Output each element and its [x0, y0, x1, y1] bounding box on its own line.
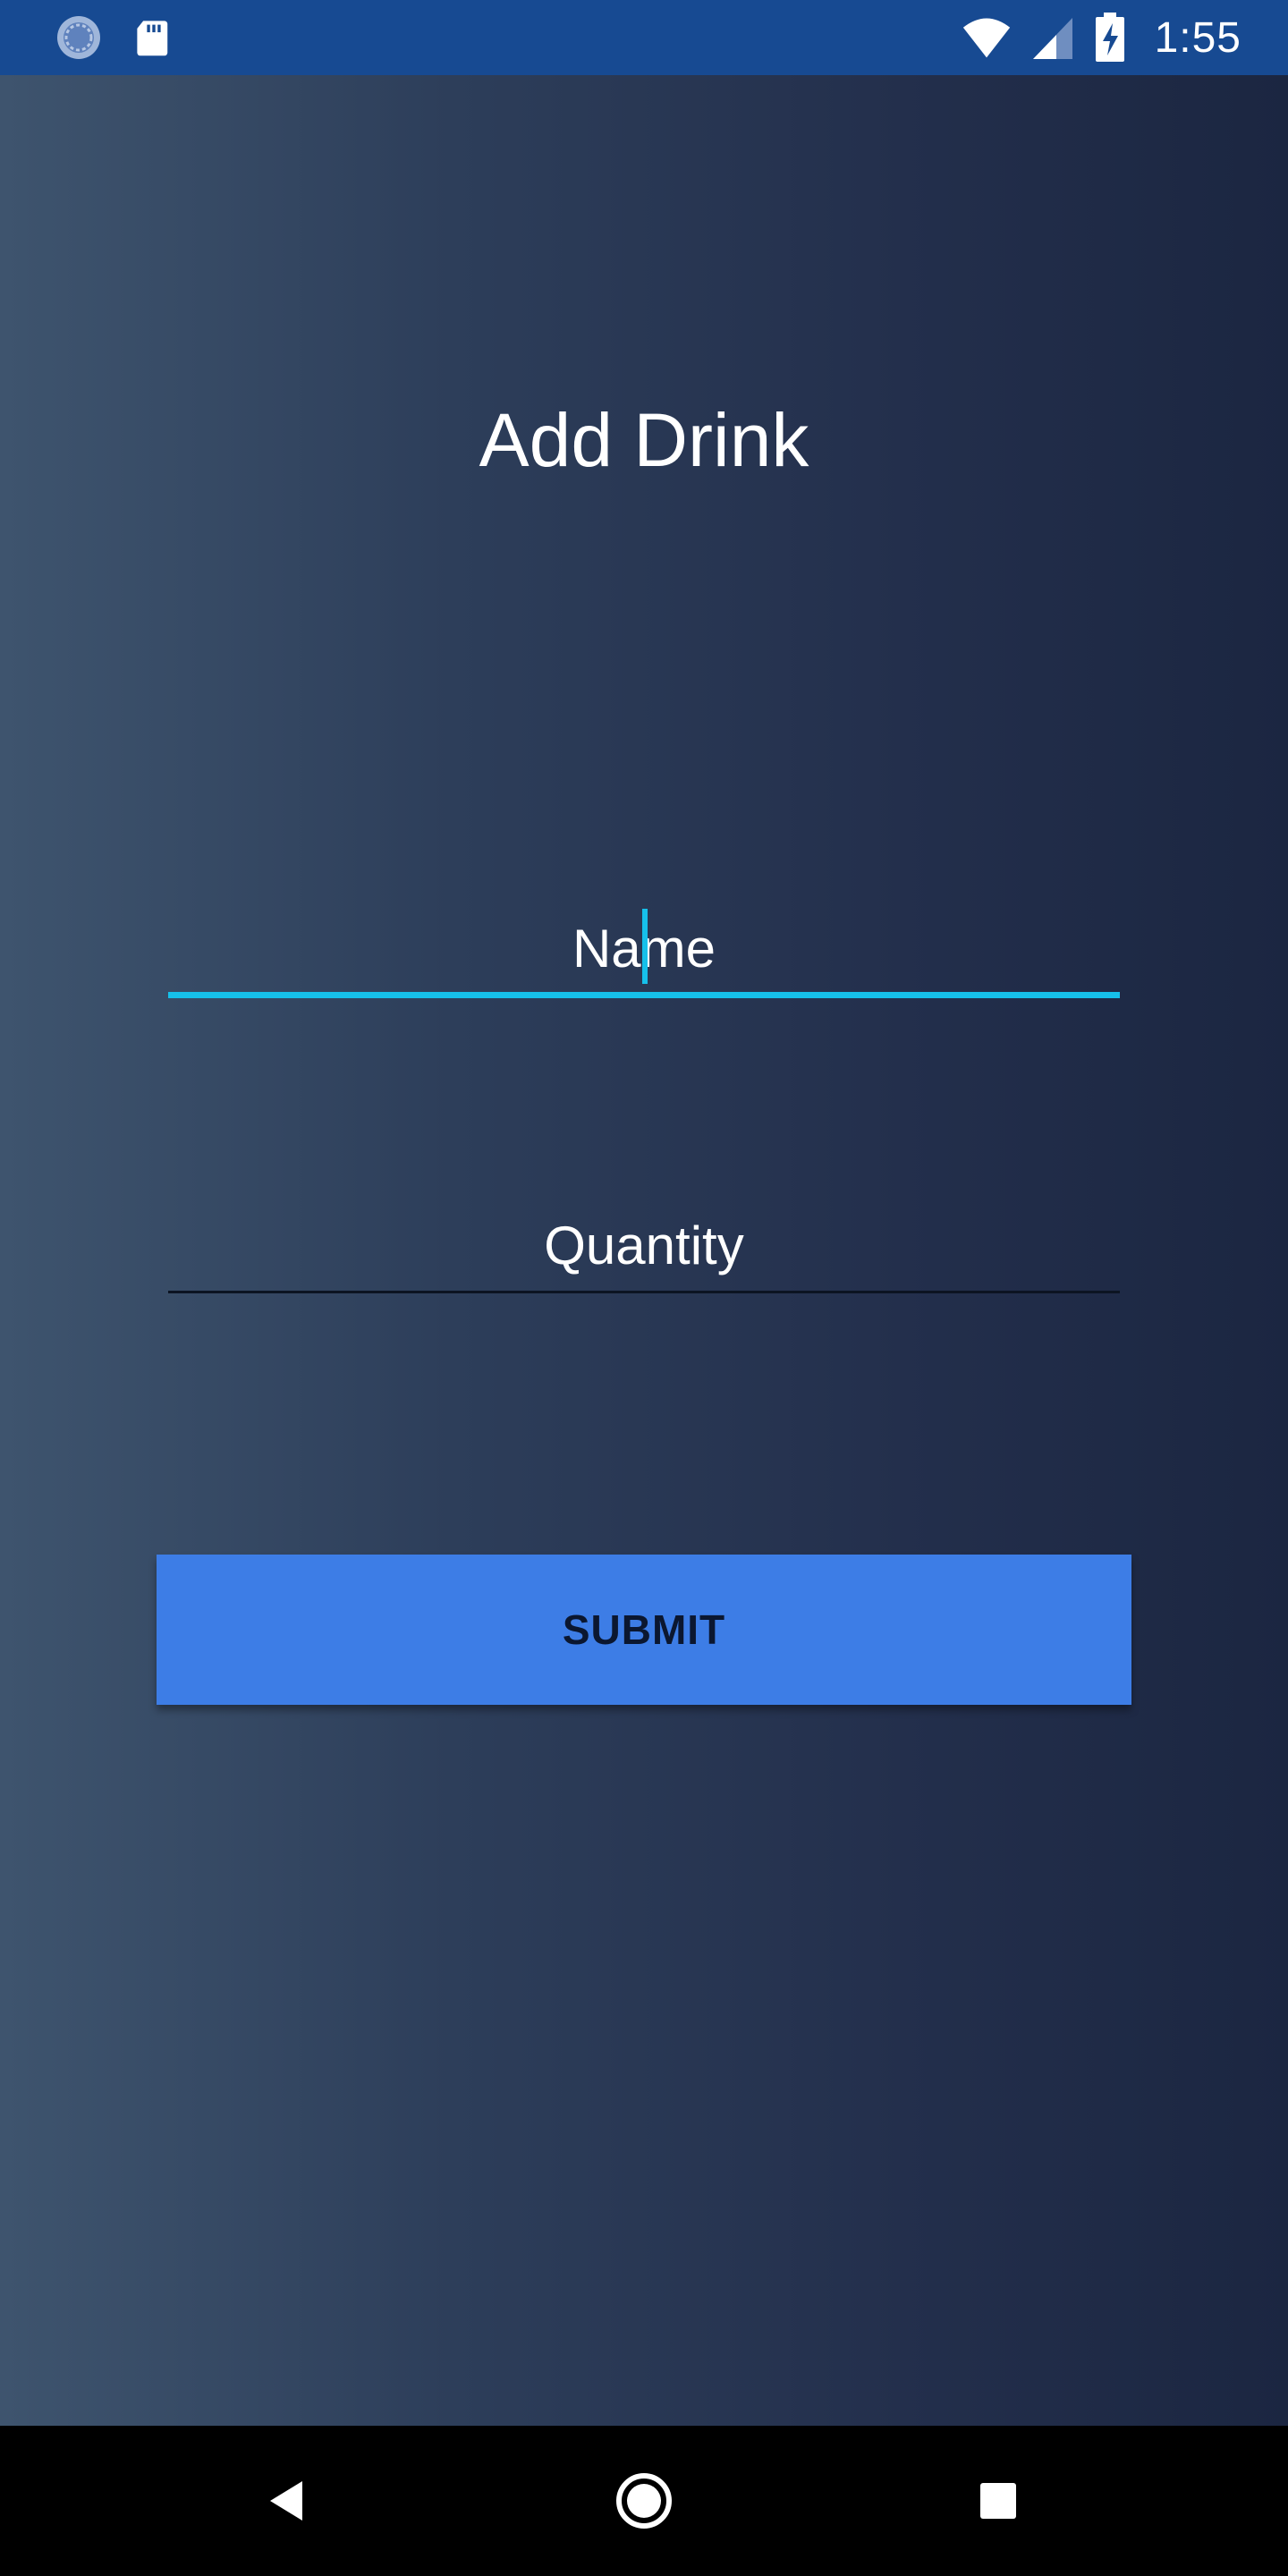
home-button[interactable] [608, 2465, 680, 2537]
name-field-underline [168, 992, 1120, 998]
submit-button[interactable]: SUBMIT [157, 1555, 1131, 1705]
cell-signal-icon [1032, 18, 1072, 59]
name-field[interactable]: Name [168, 832, 1120, 998]
sync-icon [55, 14, 102, 61]
quantity-field[interactable]: Quantity [168, 1131, 1120, 1293]
navigation-bar [0, 2426, 1288, 2576]
sd-card-icon [134, 14, 181, 61]
back-icon [270, 2481, 302, 2521]
add-drink-form-area: Add Drink Name Quantity SUBMIT [0, 75, 1288, 2426]
battery-charging-icon [1095, 13, 1124, 62]
wifi-icon [962, 18, 1010, 58]
page-title: Add Drink [479, 398, 809, 482]
recents-icon [980, 2483, 1016, 2519]
home-icon [616, 2473, 672, 2529]
quantity-placeholder: Quantity [544, 1216, 744, 1275]
status-bar: 1:55 [0, 0, 1288, 75]
status-icons: 1:55 [962, 0, 1241, 75]
quantity-field-underline [168, 1291, 1120, 1293]
back-button[interactable] [250, 2465, 322, 2537]
app-screen: 1:55 Add Drink Name Quantity SUBMIT [0, 0, 1288, 2576]
status-time: 1:55 [1154, 13, 1241, 62]
text-cursor [642, 909, 648, 984]
recents-button[interactable] [962, 2465, 1034, 2537]
